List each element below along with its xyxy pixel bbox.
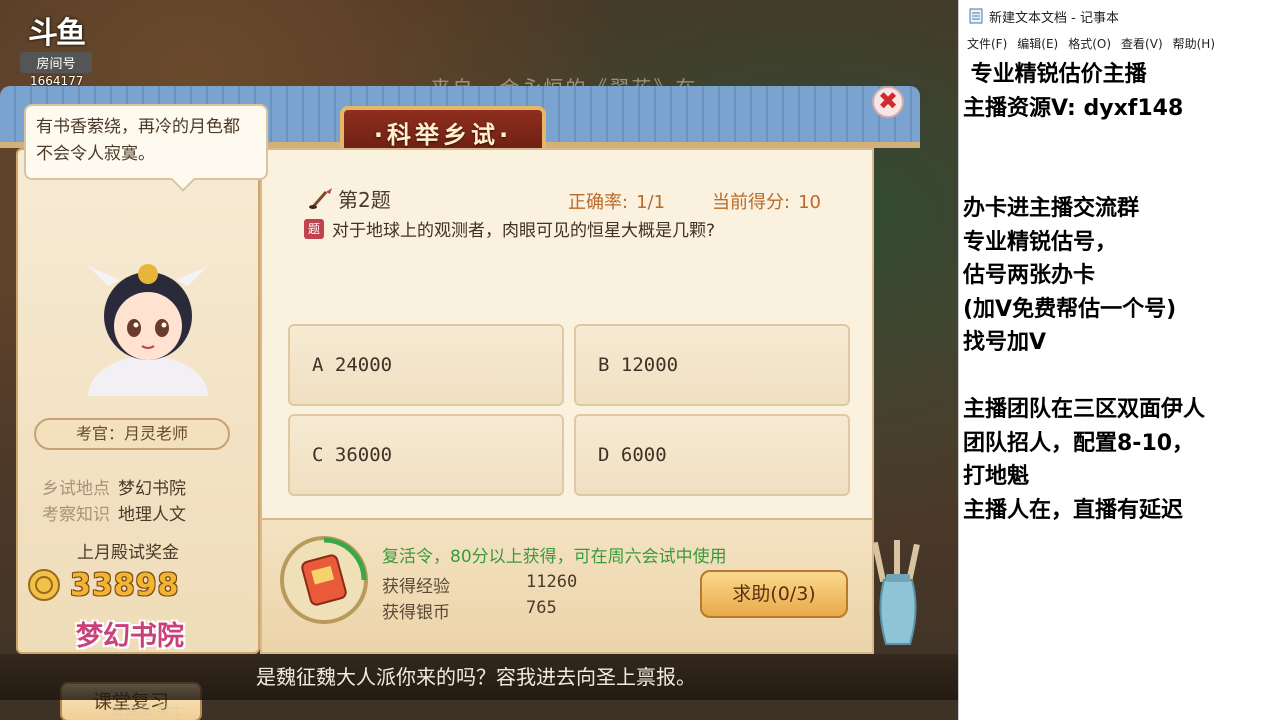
notepad-window: 新建文本文档 - 记事本 文件(F) 编辑(E) 格式(O) 查看(V) 帮助(… [958,0,1280,720]
notepad-line: 主播资源V: dyxf148 [963,95,1184,121]
exam-location-label: 乡试地点 [42,479,110,499]
exam-knowledge-label: 考察知识 [42,505,110,525]
exam-knowledge-row: 考察知识 地理人文 [42,500,186,525]
revive-token-note: 复活令，80分以上获得，可在周六会试中使用 [382,547,727,567]
menu-view[interactable]: 查看(V) [1121,35,1163,52]
question-header: 第2题 正确率: 1/1 当前得分: 10 [308,184,848,214]
notepad-line: 找号加V [963,330,1047,355]
prize-amount: 33898 [70,567,180,603]
reward-exp-value: 11260 [526,572,578,592]
notepad-line: 主播团队在三区双面伊人 [963,397,1206,422]
score-label: 当前得分: [712,192,791,213]
notepad-line: 估号两张办卡 [963,263,1096,288]
room-label: 房间号 [20,52,92,73]
reward-exp-label: 获得经验 [382,577,450,597]
question-text: 对于地球上的观测者，肉眼可见的恒星大概是几颗? [332,221,716,241]
examiner-name: 考官：月灵老师 [34,418,230,450]
revive-token-icon [280,536,368,624]
vase-decoration [871,540,920,645]
exam-panel: ·科举乡试· 有书香萦绕，再冷的月色都不会令人寂寞。 考官：月灵老师 乡试地点梦… [0,86,920,720]
notepad-line: (加V免费帮估一个号) [963,296,1177,322]
exam-location-row: 乡试地点 梦幻书院 [42,474,186,499]
reward-exp-row: 获得经验 11260 [382,572,577,597]
help-button[interactable]: 求助(0/3) [700,570,848,618]
exam-location-value: 梦幻书院 [118,479,186,499]
dialogue-subtitle: 是魏征魏大人派你来的吗？容我进去向圣上禀报。 [0,654,958,700]
notepad-titlebar: 新建文本文档 - 记事本 [959,0,1280,32]
menu-edit[interactable]: 编辑(E) [1017,35,1058,52]
notepad-line [963,360,1280,394]
question-badge-icon: 题 [304,218,324,239]
answer-option-a[interactable]: A 24000 [288,324,564,406]
notepad-text-area[interactable]: 专业精锐估价主播 主播资源V: dyxf148 办卡进主播交流群 专业精锐估号，… [959,54,1280,527]
brush-icon [309,188,332,209]
notepad-line [963,125,1280,159]
notepad-line: 主播人在，直播有延迟 [963,497,1184,523]
notepad-line: 团队招人，配置8-10， [963,430,1195,456]
notepad-line: 打地魁 [963,464,1030,489]
reward-silver-value: 765 [526,598,557,618]
douyu-logo-mark: 斗鱼 [28,16,86,51]
reward-silver-label: 获得银币 [382,603,450,623]
accuracy-label: 正确率: [568,192,629,213]
answer-option-b[interactable]: B 12000 [574,324,850,406]
answer-option-c[interactable]: C 36000 [288,414,564,496]
notepad-line: 专业精锐估号， [963,229,1118,255]
coin-icon [28,569,60,601]
prize-label: 上月殿试奖金 [77,543,179,563]
npc-caption: 金盘殿·导士 [110,703,185,719]
notepad-line [963,159,1280,193]
examiner-speech-bubble: 有书香萦绕，再冷的月色都不会令人寂寞。 [24,104,268,180]
douyu-logo: 斗鱼 房间号 [20,18,92,73]
close-button[interactable]: ✖ [872,86,904,118]
question-area: 第2题 正确率: 1/1 当前得分: 10 题 对于地球上的观测者，肉眼可见的恒星大… [260,148,874,654]
question-text-row: 题 对于地球上的观测者，肉眼可见的恒星大概是几颗? [304,216,715,241]
menu-format[interactable]: 格式(O) [1068,35,1111,52]
reward-bar: 复活令，80分以上获得，可在周六会试中使用 获得经验 11260 获得银币 76… [262,518,872,652]
menu-help[interactable]: 帮助(H) [1173,35,1215,52]
notepad-menubar: 文件(F) 编辑(E) 格式(O) 查看(V) 帮助(H) [959,32,1280,54]
exam-knowledge-value: 地理人文 [118,505,186,525]
score-value: 10 [798,192,821,213]
accuracy: 正确率: 1/1 [568,188,665,214]
prize-row: 33898 [28,566,238,604]
current-score: 当前得分: 10 [712,188,821,214]
notepad-title: 新建文本文档 - 记事本 [989,10,1119,26]
reward-silver-row: 获得银币 765 [382,598,557,623]
question-number: 第2题 [338,188,391,212]
examiner-portrait [88,264,208,396]
answer-option-d[interactable]: D 6000 [574,414,850,496]
notepad-line: 办卡进主播交流群 [963,196,1140,221]
accuracy-value: 1/1 [636,192,666,213]
notepad-line: 专业精锐估价主播 [963,62,1147,87]
notepad-document-icon [969,8,983,24]
menu-file[interactable]: 文件(F) [967,35,1007,52]
